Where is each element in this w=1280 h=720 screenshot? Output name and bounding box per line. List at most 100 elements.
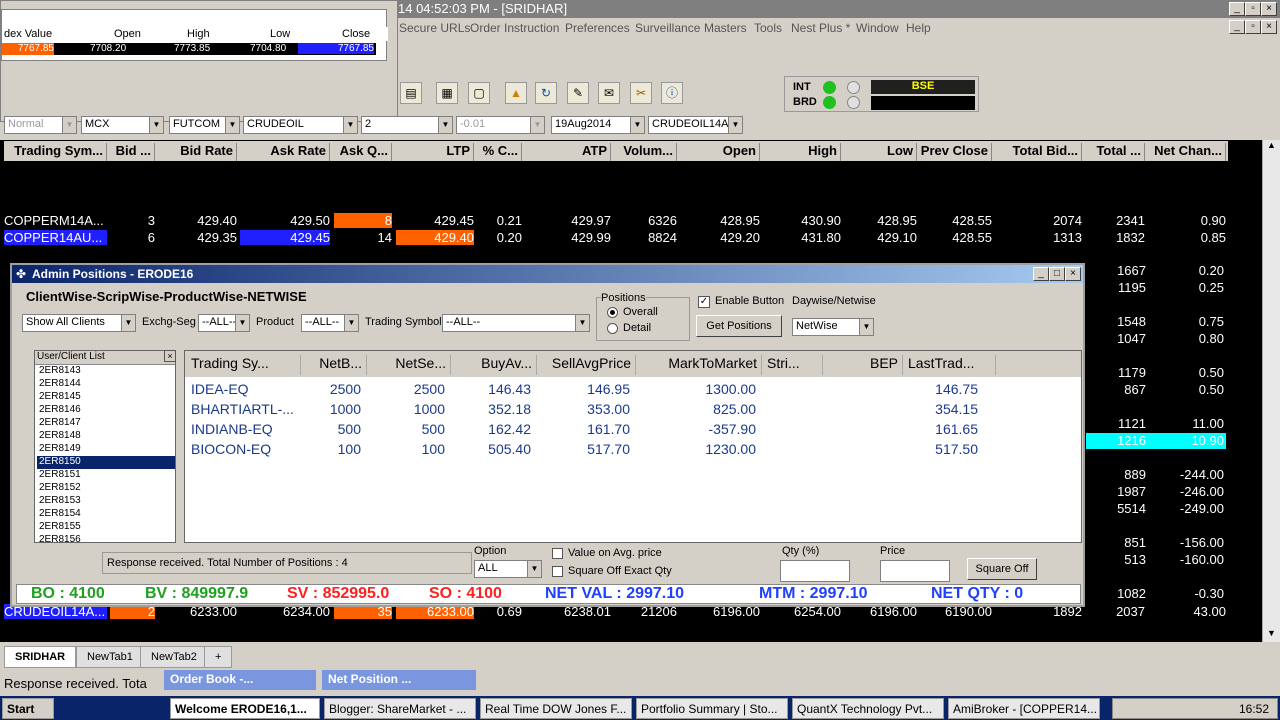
value-avg-checkbox[interactable] [552, 548, 563, 559]
grid-col-3[interactable]: BuyAv... [455, 355, 537, 375]
get-positions-button[interactable]: Get Positions [696, 315, 782, 337]
taskbar-portfolio[interactable]: Portfolio Summary | Sto... [636, 698, 788, 719]
grid-col-6[interactable]: Stri... [767, 355, 823, 375]
menu-order-instruction[interactable]: Order Instruction [470, 21, 559, 35]
scroll-down-icon[interactable]: ▼ [1263, 628, 1280, 642]
mw-right-row[interactable]: 513 -160.00 [1086, 552, 1226, 568]
mw-col-2[interactable]: Bid Rate [158, 143, 237, 161]
info-icon[interactable]: ⓘ [661, 82, 683, 104]
client-list-item[interactable]: 2ER8152 [37, 482, 175, 495]
mw-col-10[interactable]: High [763, 143, 841, 161]
client-list-item[interactable]: 2ER8156 [37, 534, 175, 547]
expiry-select[interactable]: 19Aug2014 ▼ [551, 116, 645, 134]
mw-col-13[interactable]: Total Bid... [995, 143, 1082, 161]
qty-percent-input[interactable] [780, 560, 850, 582]
mw-right-row[interactable]: 1987 -246.00 [1086, 484, 1226, 500]
menu-nest-plus[interactable]: Nest Plus * [791, 21, 850, 35]
mw-col-7[interactable]: ATP [524, 143, 611, 161]
minimized-net-position[interactable]: Net Position ... [322, 670, 476, 690]
trading-symbol-select[interactable]: --ALL-- ▼ [442, 314, 590, 332]
client-list-item[interactable]: 2ER8153 [37, 495, 175, 508]
taskbar-amibroker[interactable]: AmiBroker - [COPPER14... [948, 698, 1100, 719]
mw-col-0[interactable]: Trading Sym... [4, 143, 107, 161]
blank-icon[interactable]: ▢ [468, 82, 490, 104]
square-off-button[interactable]: Square Off [967, 558, 1037, 580]
notes-icon[interactable]: ✉ [598, 82, 620, 104]
price-input[interactable] [880, 560, 950, 582]
instrument-select[interactable]: FUTCOM ▼ [169, 116, 240, 134]
minimized-order-book[interactable]: Order Book -... [164, 670, 316, 690]
mw-col-12[interactable]: Prev Close [920, 143, 992, 161]
mw-right-row[interactable]: 5514 -249.00 [1086, 501, 1226, 517]
grid-col-0[interactable]: Trading Sy... [191, 355, 301, 375]
client-list-item[interactable]: 2ER8154 [37, 508, 175, 521]
refresh-icon[interactable]: ↻ [535, 82, 557, 104]
edit-icon[interactable]: ✎ [567, 82, 589, 104]
report-icon[interactable]: ▤ [400, 82, 422, 104]
grid-col-4[interactable]: SellAvgPrice [540, 355, 636, 375]
client-list-item[interactable]: 2ER8143 [37, 365, 175, 378]
client-list-item[interactable]: 2ER8155 [37, 521, 175, 534]
menu-preferences[interactable]: Preferences [565, 21, 630, 35]
client-list-item[interactable]: 2ER8146 [37, 404, 175, 417]
mw-right-row[interactable]: 1667 0.20 [1086, 263, 1226, 279]
taskbar-blogger[interactable]: Blogger: ShareMarket - ... [324, 698, 476, 719]
grid-col-1[interactable]: NetB... [305, 355, 367, 375]
mw-right-row[interactable]: 1548 0.75 [1086, 314, 1226, 330]
mw-right-row[interactable]: 867 0.50 [1086, 382, 1226, 398]
client-list[interactable]: User/Client List 2ER8143 2ER8144 2ER8145 2E… [34, 350, 176, 545]
client-list-close-icon[interactable]: × [164, 350, 176, 362]
mw-right-row[interactable]: 1121 11.00 [1086, 416, 1226, 432]
enable-button-checkbox[interactable]: ✓ [698, 296, 710, 308]
tools-icon[interactable]: ✂ [630, 82, 652, 104]
mw-right-row[interactable]: 1195 0.25 [1086, 280, 1226, 296]
tab-newtab1[interactable]: NewTab1 [76, 646, 144, 668]
mw-right-row[interactable]: 1082 -0.30 [1086, 586, 1226, 602]
taskbar-dow-jones[interactable]: Real Time DOW Jones F... [480, 698, 632, 719]
option-select[interactable]: ALL ▼ [474, 560, 542, 578]
client-list-item[interactable]: 2ER8147 [37, 417, 175, 430]
dialog-minimize-button[interactable]: _ [1033, 267, 1049, 281]
tab-add[interactable]: + [204, 646, 233, 668]
client-list-item[interactable]: 2ER8150 [37, 456, 175, 469]
dialog-maximize-button[interactable]: □ [1049, 267, 1065, 281]
mw-col-11[interactable]: Low [844, 143, 917, 161]
mw-right-row[interactable]: 1216 10.90 [1086, 433, 1226, 449]
chart-icon[interactable]: ▲ [505, 82, 527, 104]
tab-newtab2[interactable]: NewTab2 [140, 646, 208, 668]
client-list-item[interactable]: 2ER8151 [37, 469, 175, 482]
square-exact-checkbox[interactable] [552, 566, 563, 577]
mw-row[interactable]: COPPER14AU... 6 429.35 429.45 14 429.40 0.20 42… [0, 229, 1240, 246]
mw-right-row[interactable]: 851 -156.00 [1086, 535, 1226, 551]
tab-sridhar[interactable]: SRIDHAR [4, 646, 77, 668]
clients-select[interactable]: Show All Clients ▼ [22, 314, 136, 332]
mdi-restore-button[interactable]: ▫ [1245, 20, 1261, 34]
close-button[interactable]: × [1261, 2, 1277, 16]
order-type-select[interactable]: Normal ▼ [4, 116, 77, 134]
mw-row[interactable]: COPPERM14A... 3 429.40 429.50 8 429.45 0.21 429… [0, 212, 1240, 229]
dialog-close-button[interactable]: × [1065, 267, 1081, 281]
grid-col-5[interactable]: MarkToMarket [640, 355, 762, 375]
netwise-select[interactable]: NetWise ▼ [792, 318, 874, 336]
menu-help[interactable]: Help [906, 21, 931, 35]
contract-select[interactable]: CRUDEOIL14AU ▼ [648, 116, 743, 134]
client-list-item[interactable]: 2ER8145 [37, 391, 175, 404]
mw-right-row[interactable]: 1179 0.50 [1086, 365, 1226, 381]
scroll-up-icon[interactable]: ▲ [1263, 140, 1280, 154]
mw-right-row[interactable]: 1047 0.80 [1086, 331, 1226, 347]
taskbar-quantx[interactable]: QuantX Technology Pvt... [792, 698, 944, 719]
product-select[interactable]: --ALL-- ▼ [301, 314, 359, 332]
mw-col-15[interactable]: Net Chan... [1148, 143, 1226, 161]
menu-surveillance[interactable]: Surveillance [635, 21, 700, 35]
document-icon[interactable]: ▦ [436, 82, 458, 104]
mw-col-9[interactable]: Open [680, 143, 760, 161]
exchange-select[interactable]: MCX ▼ [81, 116, 164, 134]
mw-right-row[interactable]: 889 -244.00 [1086, 467, 1226, 483]
mdi-minimize-button[interactable]: _ [1229, 20, 1245, 34]
menu-tools[interactable]: Tools [754, 21, 782, 35]
menu-window[interactable]: Window [856, 21, 899, 35]
minimize-button[interactable]: _ [1229, 2, 1245, 16]
overall-radio[interactable] [607, 307, 618, 318]
exchseg-select[interactable]: --ALL-- ▼ [198, 314, 250, 332]
client-list-item[interactable]: 2ER8144 [37, 378, 175, 391]
